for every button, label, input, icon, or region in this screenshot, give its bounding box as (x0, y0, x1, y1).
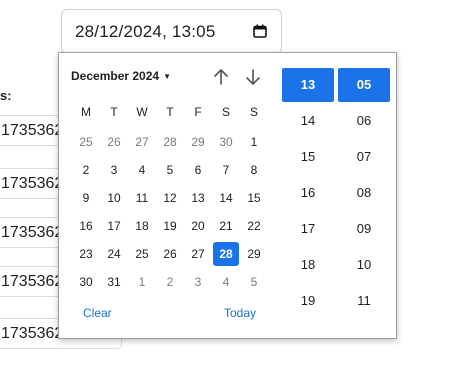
calendar-day[interactable]: 12 (157, 186, 183, 210)
arrow-down-icon[interactable] (243, 67, 263, 87)
month-year-selector[interactable]: December 2024 ▼ (71, 69, 171, 83)
today-button[interactable]: Today (224, 306, 256, 320)
arrow-up-icon[interactable] (211, 67, 231, 87)
hour-option[interactable]: 17 (282, 212, 334, 246)
calendar-day[interactable]: 25 (73, 130, 99, 154)
calendar-day[interactable]: 5 (157, 158, 183, 182)
minute-option[interactable]: 08 (338, 176, 390, 210)
hour-option[interactable]: 15 (282, 140, 334, 174)
calendar-day[interactable]: 13 (185, 186, 211, 210)
calendar-day[interactable]: 30 (213, 130, 239, 154)
calendar-day[interactable]: 29 (241, 242, 267, 266)
clear-button[interactable]: Clear (83, 306, 112, 320)
hour-option[interactable]: 18 (282, 248, 334, 282)
calendar-day[interactable]: 23 (73, 242, 99, 266)
calendar-day[interactable]: 4 (129, 158, 155, 182)
calendar-day[interactable]: 2 (157, 270, 183, 294)
minute-option[interactable]: 05 (338, 68, 390, 102)
weekday-header: T (166, 105, 174, 119)
calendar-day[interactable]: 3 (185, 270, 211, 294)
calendar-day[interactable]: 6 (185, 158, 211, 182)
calendar-day[interactable]: 31 (101, 270, 127, 294)
weekday-header: F (194, 105, 202, 119)
calendar-day[interactable]: 7 (213, 158, 239, 182)
calendar-day[interactable]: 3 (101, 158, 127, 182)
calendar-day[interactable]: 19 (157, 214, 183, 238)
calendar-day[interactable]: 15 (241, 186, 267, 210)
calendar-day[interactable]: 26 (101, 130, 127, 154)
minute-option[interactable]: 11 (338, 284, 390, 318)
calendar-day[interactable]: 24 (101, 242, 127, 266)
minute-option[interactable]: 06 (338, 104, 390, 138)
calendar-icon[interactable] (253, 24, 267, 38)
caret-down-icon: ▼ (163, 72, 171, 81)
calendar-day[interactable]: 1 (241, 130, 267, 154)
hour-option[interactable]: 13 (282, 68, 334, 102)
calendar-day[interactable]: 27 (129, 130, 155, 154)
calendar-day[interactable]: 28 (213, 242, 239, 266)
minute-option[interactable]: 07 (338, 140, 390, 174)
weekday-header: S (249, 105, 258, 119)
datetime-input-value: 28/12/2024, 13:05 (75, 22, 216, 41)
weekday-header: S (221, 105, 230, 119)
weekday-header: M (81, 105, 91, 119)
hour-option[interactable]: 16 (282, 176, 334, 210)
calendar-day[interactable]: 8 (241, 158, 267, 182)
calendar-day[interactable]: 30 (73, 270, 99, 294)
hour-option[interactable]: 19 (282, 284, 334, 318)
calendar-day[interactable]: 17 (101, 214, 127, 238)
calendar-day[interactable]: 16 (73, 214, 99, 238)
calendar-day[interactable]: 2 (73, 158, 99, 182)
calendar-day[interactable]: 10 (101, 186, 127, 210)
weekday-header: T (110, 105, 118, 119)
datetime-picker-popup: December 2024 ▼ MTWTFSS 25 26 27 28 29 30 1 2 3 4 5… (58, 52, 397, 339)
calendar-day[interactable]: 21 (213, 214, 239, 238)
calendar-day[interactable]: 25 (129, 242, 155, 266)
datetime-input[interactable]: 28/12/2024, 13:05 (61, 9, 282, 54)
calendar-day[interactable]: 22 (241, 214, 267, 238)
hour-option[interactable]: 14 (282, 104, 334, 138)
minute-option[interactable]: 09 (338, 212, 390, 246)
calendar-day[interactable]: 11 (129, 186, 155, 210)
calendar-day[interactable]: 18 (129, 214, 155, 238)
calendar-day[interactable]: 27 (185, 242, 211, 266)
calendar-day[interactable]: 20 (185, 214, 211, 238)
calendar-day[interactable]: 29 (185, 130, 211, 154)
calendar-day[interactable]: 14 (213, 186, 239, 210)
calendar-day[interactable]: 26 (157, 242, 183, 266)
calendar-day[interactable]: 5 (241, 270, 267, 294)
field-label: s: (0, 88, 12, 103)
weekday-header: W (136, 105, 148, 119)
calendar-day[interactable]: 4 (213, 270, 239, 294)
calendar-day[interactable]: 9 (73, 186, 99, 210)
month-year-label: December 2024 (71, 69, 160, 83)
calendar-day[interactable]: 1 (129, 270, 155, 294)
minute-option[interactable]: 10 (338, 248, 390, 282)
calendar-day[interactable]: 28 (157, 130, 183, 154)
